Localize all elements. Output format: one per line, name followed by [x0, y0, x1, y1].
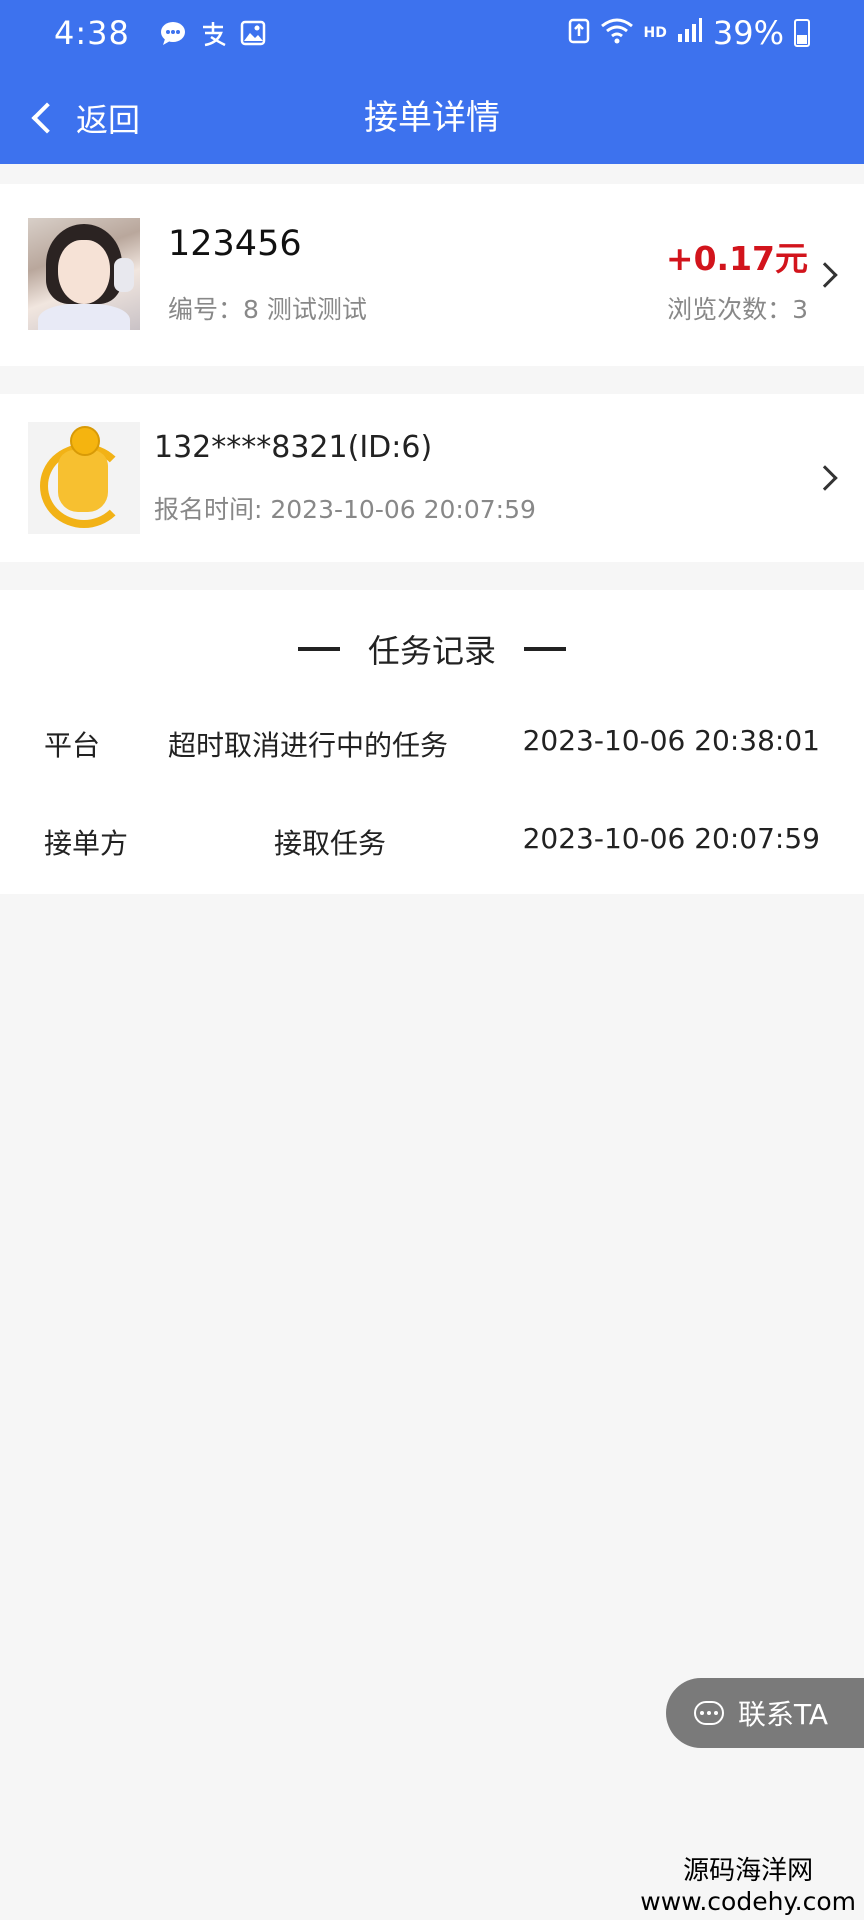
chat-icon	[694, 1701, 724, 1725]
divider	[524, 647, 566, 651]
user-avatar	[28, 422, 140, 534]
alipay-icon	[198, 18, 228, 48]
user-name: 132****8321(ID:6)	[154, 430, 433, 465]
signup-time: 报名时间: 2023-10-06 20:07:59	[154, 495, 536, 524]
record-time: 2023-10-06 20:38:01	[522, 724, 820, 757]
status-bar: 4:38 HD 39%	[0, 0, 864, 72]
page-title: 接单详情	[364, 98, 500, 138]
wifi-icon	[600, 14, 634, 52]
battery-percent: 39%	[712, 14, 784, 52]
status-time: 4:38	[54, 14, 130, 52]
contact-button[interactable]: 联系TA	[666, 1678, 864, 1748]
task-price: +0.17元	[665, 239, 808, 278]
watermark: 源码海洋网 www.codehy.com	[640, 1850, 856, 1916]
app-header: 4:38 HD 39% 返回 接单详情	[0, 0, 864, 164]
upload-icon	[568, 14, 590, 52]
chevron-right-icon	[812, 262, 838, 288]
watermark-name: 源码海洋网	[683, 1856, 814, 1886]
user-card[interactable]: 132****8321(ID:6) 报名时间: 2023-10-06 20:07…	[0, 394, 864, 562]
record-action: 超时取消进行中的任务	[168, 729, 449, 762]
hd-icon: HD	[643, 25, 667, 41]
task-views: 浏览次数：3	[667, 295, 808, 324]
task-avatar	[28, 218, 140, 330]
status-right-icons: HD 39%	[568, 14, 810, 52]
signal-icon	[677, 14, 703, 52]
task-card[interactable]: 123456 编号：8 测试测试 +0.17元 浏览次数：3	[0, 184, 864, 366]
watermark-url: www.codehy.com	[640, 1887, 856, 1916]
battery-icon	[794, 19, 810, 47]
record-row: 平台 超时取消进行中的任务 2023-10-06 20:38:01	[0, 714, 864, 774]
record-action: 接取任务	[274, 827, 387, 860]
record-actor: 接单方	[44, 827, 129, 860]
gallery-icon	[238, 18, 268, 48]
task-records: 任务记录 平台 超时取消进行中的任务 2023-10-06 20:38:01 接…	[0, 590, 864, 894]
nav-bar: 返回 接单详情	[0, 72, 864, 164]
task-meta: 编号：8 测试测试	[168, 295, 367, 324]
task-title: 123456	[168, 224, 302, 264]
contact-label: 联系TA	[738, 1698, 829, 1731]
divider	[297, 647, 340, 651]
record-row: 接单方 接取任务 2023-10-06 20:07:59	[0, 812, 864, 872]
record-actor: 平台	[44, 729, 101, 762]
records-heading: 任务记录	[0, 626, 864, 672]
records-title: 任务记录	[367, 632, 496, 670]
chevron-right-icon	[812, 465, 838, 491]
status-left-icons	[158, 18, 268, 48]
chat-icon	[158, 18, 188, 48]
record-time: 2023-10-06 20:07:59	[522, 822, 820, 855]
